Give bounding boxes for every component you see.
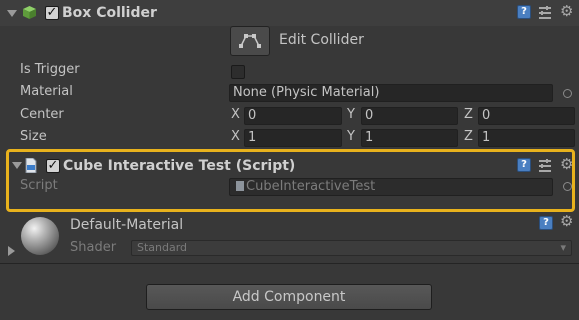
script-field-value: CubeInteractiveTest <box>246 179 376 194</box>
script-label: Script <box>20 178 58 193</box>
gear-icon[interactable]: ⚙ <box>560 4 573 19</box>
foldout-arrow-icon[interactable] <box>7 10 17 17</box>
script-help-icon[interactable]: ? <box>517 158 531 172</box>
shader-dropdown[interactable]: Standard ▾ <box>131 240 572 256</box>
material-field[interactable]: None (Physic Material) <box>229 84 553 102</box>
is-trigger-checkbox[interactable] <box>231 65 245 79</box>
center-x-field[interactable]: 0 <box>244 107 342 125</box>
script-component-title: Cube Interactive Test (Script) <box>63 158 296 174</box>
shader-label: Shader <box>70 240 117 255</box>
script-enabled-checkbox[interactable]: ✓ <box>46 159 60 173</box>
section-divider <box>0 263 579 264</box>
add-component-button[interactable]: Add Component <box>146 284 432 310</box>
size-z-label: Z <box>464 129 473 144</box>
help-icon[interactable]: ? <box>517 5 531 19</box>
size-label: Size <box>20 129 47 144</box>
script-field: CubeInteractiveTest <box>229 178 553 196</box>
material-gear-icon[interactable]: ⚙ <box>560 214 573 229</box>
center-label: Center <box>20 107 64 122</box>
center-z-field[interactable]: 0 <box>478 107 575 125</box>
edit-collider-label: Edit Collider <box>279 32 364 48</box>
center-x-label: X <box>231 107 240 122</box>
edit-collider-icon <box>239 34 261 48</box>
size-x-field[interactable]: 1 <box>244 129 342 147</box>
box-collider-enabled-checkbox[interactable]: ✓ <box>45 6 59 20</box>
material-name: Default-Material <box>70 217 184 233</box>
script-target-icon <box>563 182 572 191</box>
size-z-field[interactable]: 1 <box>478 129 575 147</box>
box-collider-title: Box Collider <box>62 5 157 21</box>
script-presets-icon[interactable] <box>539 159 551 173</box>
size-y-field[interactable]: 1 <box>361 129 458 147</box>
size-x-label: X <box>231 129 240 144</box>
material-preview-sphere <box>21 217 59 255</box>
material-foldout-arrow-icon[interactable] <box>8 246 15 256</box>
edit-collider-button[interactable] <box>230 26 270 56</box>
is-trigger-label: Is Trigger <box>20 62 80 77</box>
script-foldout-arrow-icon[interactable] <box>12 162 22 169</box>
script-gear-icon[interactable]: ⚙ <box>560 157 573 172</box>
target-icon[interactable] <box>563 89 572 98</box>
presets-icon[interactable] <box>539 6 551 20</box>
script-field-file-icon <box>236 181 244 191</box>
script-file-icon <box>25 157 37 174</box>
size-y-label: Y <box>347 129 355 144</box>
center-y-field[interactable]: 0 <box>361 107 458 125</box>
center-z-label: Z <box>464 107 473 122</box>
shader-dropdown-value: Standard <box>137 241 188 254</box>
material-help-icon[interactable]: ? <box>539 216 553 230</box>
chevron-down-icon: ▾ <box>560 241 566 254</box>
box-collider-icon <box>22 5 37 20</box>
material-label: Material <box>20 84 73 99</box>
center-y-label: Y <box>347 107 355 122</box>
